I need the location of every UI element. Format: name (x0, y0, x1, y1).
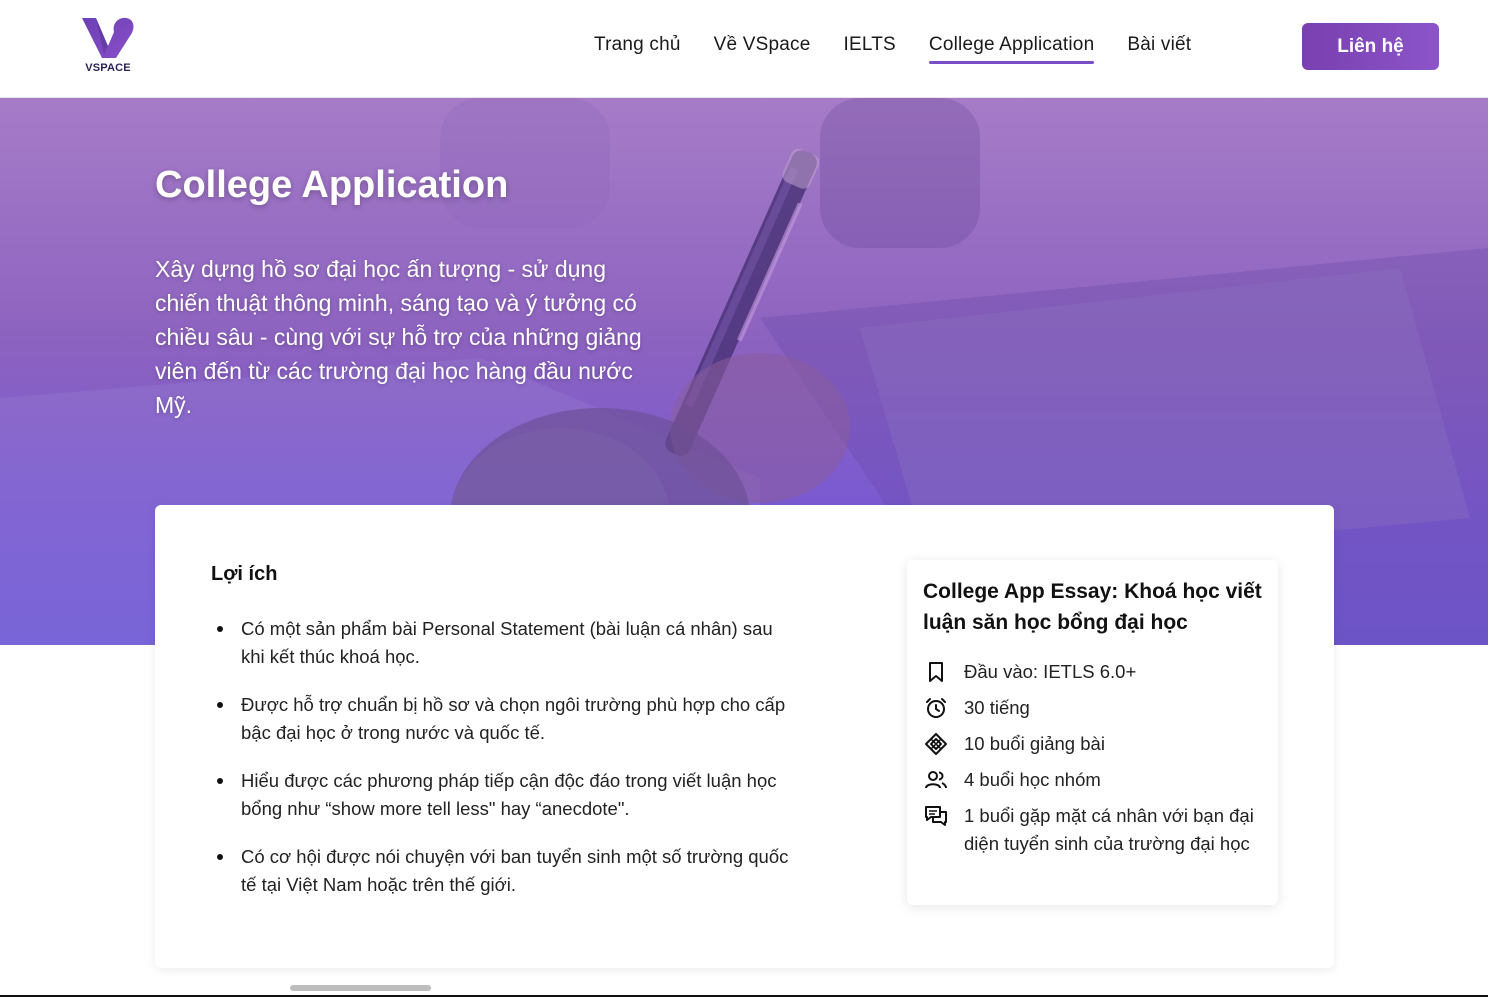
logo-mark-icon (82, 17, 134, 59)
course-feature-item: 10 buổi giảng bài (923, 730, 1263, 758)
course-feature-text: Đầu vào: IETLS 6.0+ (964, 661, 1137, 682)
course-feature-item: Đầu vào: IETLS 6.0+ (923, 658, 1263, 686)
nav-item-ielts[interactable]: IELTS (844, 34, 896, 56)
bookmark-icon (923, 659, 949, 685)
course-feature-item: 1 buổi gặp mặt cá nhân với bạn đại diện … (923, 802, 1263, 858)
nav-item-college-application[interactable]: College Application (928, 34, 1095, 64)
contact-button[interactable]: Liên hệ (1302, 23, 1439, 70)
list-item: Có một sản phẩm bài Personal Statement (… (211, 615, 791, 671)
course-feature-text: 10 buổi giảng bài (964, 733, 1105, 754)
course-title: College App Essay: Khoá học viết luận să… (923, 580, 1262, 634)
chat-bubbles-icon (923, 803, 949, 829)
course-feature-text: 1 buổi gặp mặt cá nhân với bạn đại diện … (964, 805, 1254, 854)
list-item: Có cơ hội được nói chuyện với ban tuyển … (211, 843, 791, 899)
course-info-card: Lợi ích Có một sản phẩm bài Personal Sta… (155, 505, 1334, 968)
logo-text: VSPACE (85, 62, 131, 74)
hero-description: Xây dựng hồ sơ đại học ấn tượng - sử dụn… (155, 256, 642, 418)
benefits-title: Lợi ích (211, 563, 278, 585)
course-features: Đầu vào: IETLS 6.0+ 30 tiếng 10 buổi giả… (923, 658, 1263, 866)
course-feature-text: 4 buổi học nhóm (964, 769, 1101, 790)
group-icon (923, 767, 949, 793)
vspace-logo[interactable]: VSPACE (80, 16, 136, 78)
nav-item-about[interactable]: Về VSpace (714, 34, 811, 56)
horizontal-scrollbar[interactable] (290, 985, 431, 991)
nav-item-home[interactable]: Trang chủ (594, 34, 681, 56)
list-item: Được hỗ trợ chuẩn bị hồ sơ và chọn ngôi … (211, 691, 791, 747)
course-feature-item: 30 tiếng (923, 694, 1263, 722)
main-nav: Trang chủ Về VSpace IELTS College Applic… (594, 34, 1224, 64)
alarm-clock-icon (923, 695, 949, 721)
course-feature-item: 4 buổi học nhóm (923, 766, 1263, 794)
list-item: Hiểu được các phương pháp tiếp cận độc đ… (211, 767, 791, 823)
nav-item-blog[interactable]: Bài viết (1127, 34, 1191, 56)
diamond-grid-icon (923, 731, 949, 757)
course-summary-box: College App Essay: Khoá học viết luận să… (907, 560, 1278, 905)
site-header: VSPACE Trang chủ Về VSpace IELTS College… (0, 0, 1488, 98)
page-title: College Application (155, 164, 509, 206)
benefits-list: Có một sản phẩm bài Personal Statement (… (211, 615, 791, 919)
course-feature-text: 30 tiếng (964, 697, 1030, 718)
